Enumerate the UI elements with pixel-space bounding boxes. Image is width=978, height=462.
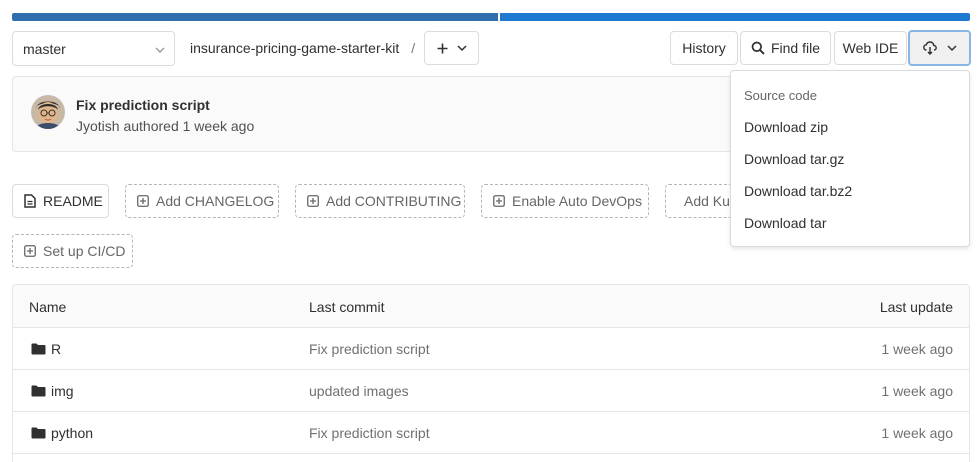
chevron-down-icon <box>155 47 165 53</box>
last-update-cell: 1 week ago <box>881 425 953 441</box>
last-update-cell: 1 week ago <box>881 341 953 357</box>
enable-auto-devops-button[interactable]: Enable Auto DevOps <box>481 184 649 218</box>
table-row[interactable]: python Fix prediction script 1 week ago <box>13 412 969 454</box>
breadcrumb-separator: / <box>411 40 416 56</box>
file-name-cell[interactable]: R <box>31 341 61 357</box>
file-name: img <box>51 383 74 399</box>
add-file-dropdown[interactable] <box>424 31 479 65</box>
file-icon <box>24 194 36 208</box>
web-ide-label: Web IDE <box>842 40 899 56</box>
download-dropdown-button[interactable] <box>908 30 971 66</box>
download-tar-item[interactable]: Download tar <box>744 215 827 231</box>
download-zip-item[interactable]: Download zip <box>744 119 828 135</box>
search-icon <box>751 41 765 55</box>
readme-button[interactable]: README <box>12 184 109 218</box>
file-name-cell[interactable]: python <box>31 425 93 441</box>
plus-square-icon <box>307 195 319 207</box>
setup-cicd-label: Set up CI/CD <box>43 243 126 259</box>
last-update-cell: 1 week ago <box>881 383 953 399</box>
pipeline-progress-bar <box>12 13 970 21</box>
last-commit-cell[interactable]: updated images <box>309 383 409 399</box>
branch-name: master <box>23 40 66 57</box>
file-tree-table: Name Last commit Last update R Fix predi… <box>12 284 970 462</box>
web-ide-button[interactable]: Web IDE <box>834 31 907 65</box>
file-name: R <box>51 341 62 357</box>
plus-square-icon <box>137 195 149 207</box>
find-file-button[interactable]: Find file <box>740 31 831 65</box>
column-header-last-update: Last update <box>879 299 953 315</box>
history-button[interactable]: History <box>670 31 738 65</box>
last-commit-cell[interactable]: Fix prediction script <box>309 341 430 357</box>
history-label: History <box>682 40 726 56</box>
download-tar-gz-item[interactable]: Download tar.gz <box>744 151 844 167</box>
setup-cicd-button[interactable]: Set up CI/CD <box>12 234 133 268</box>
folder-icon <box>31 385 46 397</box>
plus-square-icon <box>493 195 505 207</box>
download-dropdown-menu: Source code Download zip Download tar.gz… <box>730 70 970 247</box>
table-row[interactable]: img updated images 1 week ago <box>13 370 969 412</box>
commit-title[interactable]: Fix prediction script <box>76 97 210 113</box>
plus-square-icon <box>24 245 36 257</box>
readme-label: README <box>43 193 103 209</box>
enable-auto-devops-label: Enable Auto DevOps <box>512 193 642 209</box>
download-icon <box>922 41 937 55</box>
find-file-label: Find file <box>770 40 821 56</box>
progress-segment-done <box>12 13 498 21</box>
column-header-last-commit: Last commit <box>309 299 385 315</box>
folder-icon <box>31 343 46 355</box>
last-commit-cell[interactable]: Fix prediction script <box>309 425 430 441</box>
avatar[interactable] <box>31 95 65 129</box>
file-name-cell[interactable]: img <box>31 383 74 399</box>
commit-author-meta: Jyotish authored 1 week ago <box>76 118 255 134</box>
add-changelog-button[interactable]: Add CHANGELOG <box>125 184 279 218</box>
add-contributing-label: Add CONTRIBUTING <box>326 193 462 209</box>
progress-segment-active <box>500 13 970 21</box>
table-row[interactable]: R Fix prediction script 1 week ago <box>13 328 969 370</box>
dropdown-section-header: Source code <box>744 88 817 103</box>
add-contributing-button[interactable]: Add CONTRIBUTING <box>295 184 465 218</box>
add-changelog-label: Add CHANGELOG <box>156 193 275 209</box>
breadcrumb: insurance-pricing-game-starter-kit / <box>190 40 415 56</box>
chevron-down-icon <box>946 45 957 52</box>
project-path-link[interactable]: insurance-pricing-game-starter-kit <box>190 40 399 56</box>
folder-icon <box>31 427 46 439</box>
file-name: python <box>51 425 94 441</box>
column-header-name: Name <box>29 299 67 315</box>
download-tar-bz2-item[interactable]: Download tar.bz2 <box>744 183 852 199</box>
branch-select[interactable]: master <box>12 31 175 66</box>
chevron-down-icon <box>456 45 467 52</box>
table-header: Name Last commit Last update <box>13 285 969 328</box>
plus-icon <box>437 43 447 53</box>
